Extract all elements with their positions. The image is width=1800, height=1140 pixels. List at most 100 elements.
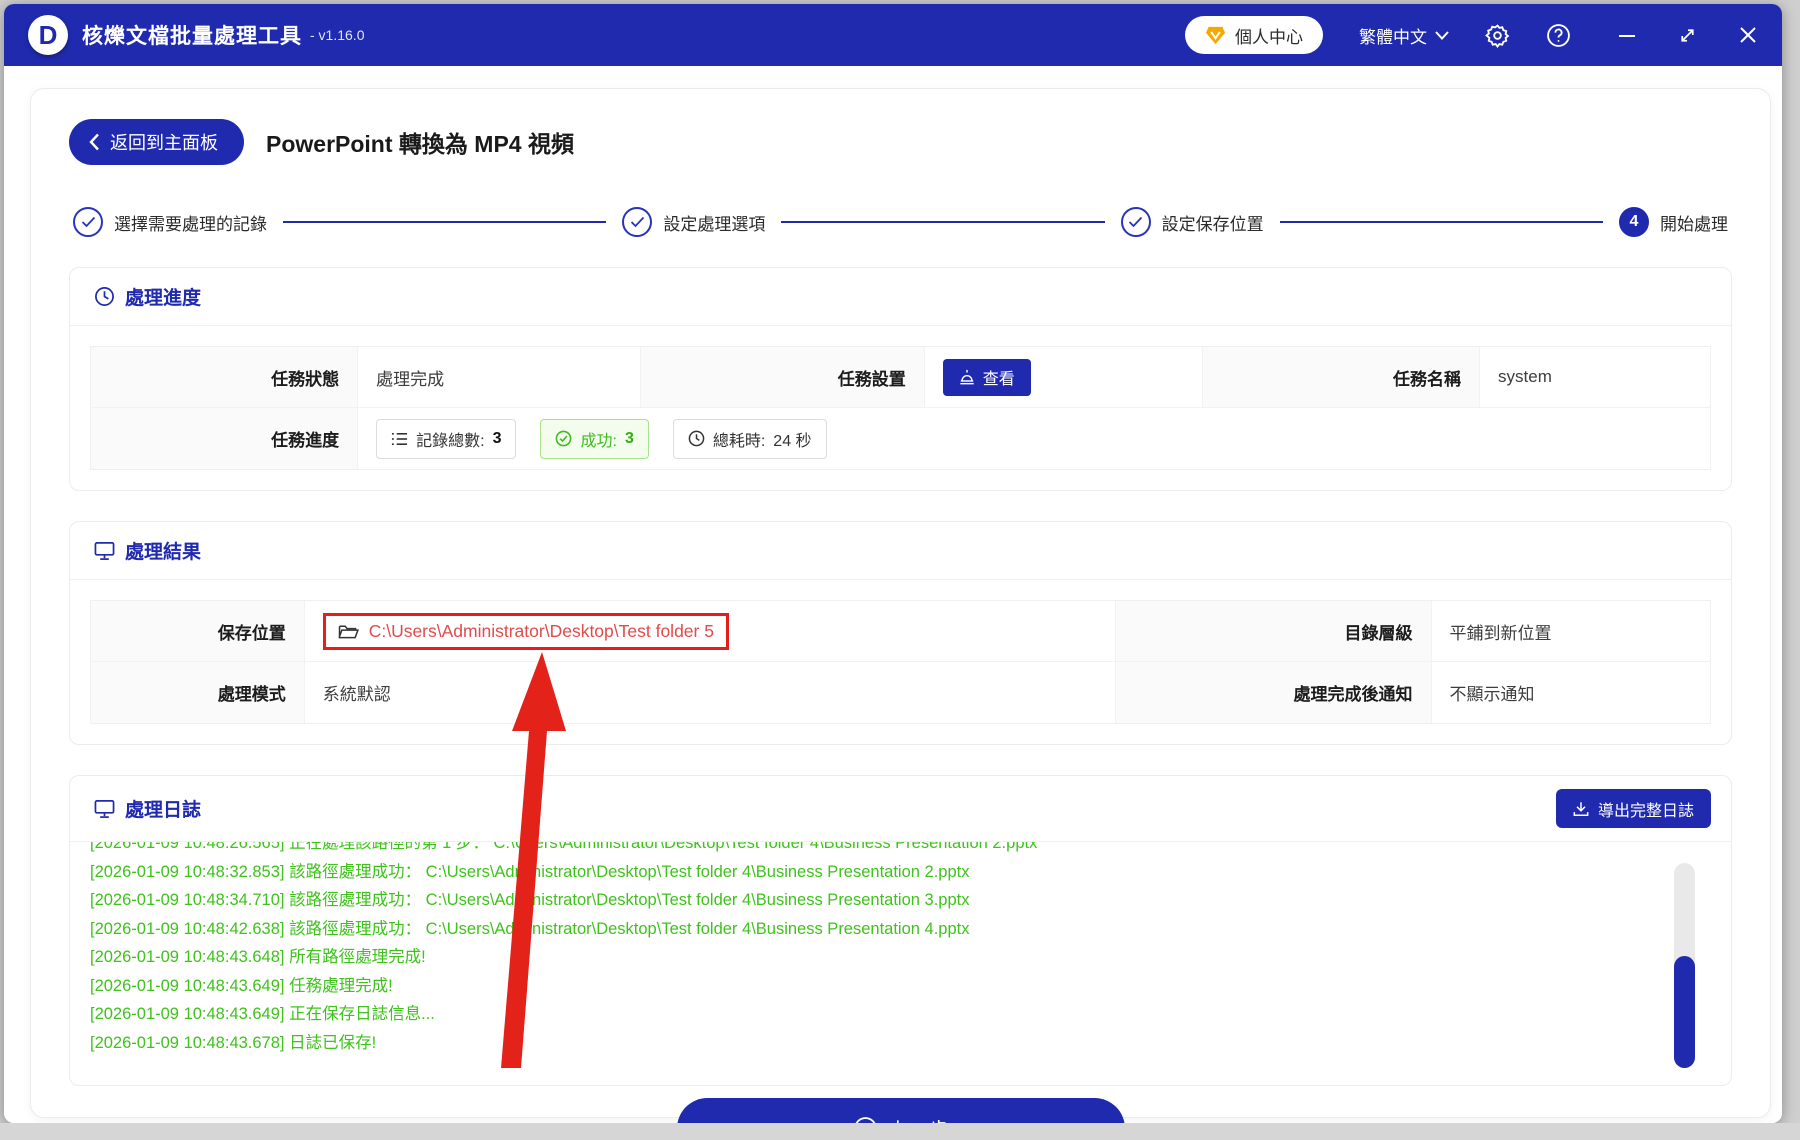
- previous-step-label: 上一步: [889, 1114, 949, 1123]
- success-value: 3: [624, 429, 634, 447]
- page-header: 返回到主面板 PowerPoint 轉換為 MP4 視頻: [69, 119, 1732, 165]
- save-location-label: 保存位置: [91, 601, 305, 662]
- title-bar: D 核爍文檔批量處理工具 - v1.16.0 個人中心 繁體中文: [4, 4, 1782, 66]
- records-value: 3: [492, 429, 502, 447]
- export-button-label: 導出完整日誌: [1597, 802, 1694, 820]
- log-scrollbar-thumb[interactable]: [1674, 956, 1695, 1068]
- clock-icon: [688, 430, 705, 447]
- log-section-header: 處理日誌 導出完整日誌: [70, 776, 1731, 842]
- log-lines: [2026-01-09 10:48:26.565] 正在處理該路徑的第 1 步：…: [90, 842, 1731, 1057]
- log-section: 處理日誌 導出完整日誌 [2026-01-09 10:48:26.565] 正在…: [69, 775, 1732, 1086]
- view-button-label: 查看: [982, 371, 1015, 388]
- app-logo-icon: D: [28, 15, 68, 55]
- step-3-label: 設定保存位置: [1161, 214, 1264, 234]
- log-section-title: 處理日誌: [125, 800, 202, 821]
- progress-badges: 記錄總數: 3 成功: 3 總耗時: 24 秒: [376, 418, 827, 459]
- gem-icon: [1205, 26, 1226, 45]
- result-section: 處理結果 保存位置 C:\Users\Administrator\Desktop…: [69, 521, 1732, 745]
- log-line: [2026-01-09 10:48:32.853] 該路徑處理成功： C:\Us…: [90, 862, 970, 881]
- log-line: [2026-01-09 10:48:43.678] 日誌已保存!: [90, 1033, 377, 1052]
- task-settings-cell: 查看: [924, 347, 1204, 408]
- log-line: [2026-01-09 10:48:43.648] 所有路徑處理完成!: [90, 948, 426, 966]
- back-to-dashboard-button[interactable]: 返回到主面板: [69, 119, 244, 165]
- desktop-background: [0, 1123, 1800, 1140]
- save-location-link[interactable]: C:\Users\Administrator\Desktop\Test fold…: [322, 612, 729, 650]
- task-status-value: 處理完成: [358, 347, 642, 408]
- step-2: 設定處理選項: [622, 207, 765, 237]
- user-center-label: 個人中心: [1235, 27, 1303, 47]
- step-2-check-icon: [622, 207, 653, 237]
- chevron-left-icon: [89, 133, 100, 151]
- clock-icon: [94, 286, 115, 307]
- result-table: 保存位置 C:\Users\Administrator\Desktop\Test…: [90, 600, 1711, 724]
- step-1-check-icon: [73, 207, 103, 237]
- download-icon: [1573, 801, 1589, 817]
- back-button-label: 返回到主面板: [110, 133, 218, 153]
- step-3: 設定保存位置: [1120, 207, 1264, 237]
- step-4: 4 開始處理: [1618, 207, 1728, 237]
- help-icon[interactable]: [1546, 23, 1571, 48]
- step-3-check-icon: [1120, 207, 1151, 237]
- chevron-left-circle-icon: [853, 1116, 878, 1123]
- view-settings-button[interactable]: 查看: [942, 358, 1031, 396]
- duration-badge: 總耗時: 24 秒: [672, 418, 827, 459]
- success-label: 成功:: [580, 432, 617, 450]
- log-scrollbar-track[interactable]: [1674, 863, 1695, 1068]
- minimize-button[interactable]: [1617, 25, 1637, 45]
- step-indicator: 選擇需要處理的記錄 設定處理選項 設定保存位置 4 開始處理: [69, 207, 1732, 237]
- user-center-button[interactable]: 個人中心: [1185, 16, 1323, 54]
- progress-section-title: 處理進度: [125, 288, 202, 309]
- app-title: 核爍文檔批量處理工具: [82, 25, 302, 48]
- notify-label: 處理完成後通知: [1115, 662, 1432, 723]
- step-2-label: 設定處理選項: [663, 214, 766, 234]
- close-button[interactable]: [1738, 25, 1758, 45]
- language-selector[interactable]: 繁體中文: [1359, 23, 1449, 48]
- log-line: [2026-01-09 10:48:26.565] 正在處理該路徑的第 1 步：…: [90, 842, 1038, 852]
- task-name-value: system: [1480, 347, 1710, 408]
- duration-label: 總耗時:: [712, 432, 766, 450]
- monitor-icon: [94, 541, 115, 561]
- notify-value: 不顯示通知: [1431, 662, 1710, 723]
- save-location-path: C:\Users\Administrator\Desktop\Test fold…: [368, 620, 714, 641]
- task-progress-cell: 記錄總數: 3 成功: 3 總耗時: 24 秒: [358, 408, 1710, 469]
- step-1: 選擇需要處理的記錄: [73, 207, 267, 237]
- folder-open-icon: [338, 623, 359, 640]
- records-label: 記錄總數:: [416, 432, 485, 450]
- language-label: 繁體中文: [1359, 27, 1427, 47]
- process-mode-label: 處理模式: [91, 662, 305, 723]
- dir-level-value: 平鋪到新位置: [1431, 601, 1710, 662]
- chevron-down-icon: [1435, 30, 1449, 40]
- view-icon: [959, 369, 975, 385]
- duration-value: 24 秒: [773, 432, 812, 450]
- dir-level-label: 目錄層級: [1115, 601, 1432, 662]
- progress-table: 任務狀態 處理完成 任務設置 查看 任務名稱 system 任務進度 記錄總數:…: [90, 346, 1711, 470]
- step-1-label: 選擇需要處理的記錄: [114, 214, 267, 234]
- step-connector: [1279, 221, 1603, 223]
- step-connector: [283, 221, 607, 223]
- page-title: PowerPoint 轉換為 MP4 視頻: [266, 131, 574, 157]
- progress-section-header: 處理進度: [70, 268, 1731, 326]
- check-circle-icon: [555, 430, 572, 447]
- success-count-badge: 成功: 3: [540, 418, 649, 459]
- maximize-button[interactable]: [1677, 25, 1698, 46]
- result-section-title: 處理結果: [125, 542, 202, 563]
- step-connector: [781, 221, 1105, 223]
- export-log-button[interactable]: 導出完整日誌: [1555, 789, 1711, 828]
- log-viewport[interactable]: [2026-01-09 10:48:26.565] 正在處理該路徑的第 1 步：…: [70, 842, 1731, 1085]
- log-line: [2026-01-09 10:48:43.649] 正在保存日誌信息...: [90, 1005, 435, 1023]
- save-location-cell: C:\Users\Administrator\Desktop\Test fold…: [304, 601, 1116, 662]
- main-content: 返回到主面板 PowerPoint 轉換為 MP4 視頻 選擇需要處理的記錄 設…: [4, 66, 1782, 1123]
- step-4-number: 4: [1618, 207, 1649, 237]
- process-mode-value: 系統默認: [304, 662, 1116, 723]
- monitor-icon: [94, 799, 115, 819]
- settings-gear-icon[interactable]: [1485, 23, 1510, 48]
- records-count-badge: 記錄總數: 3: [376, 418, 517, 459]
- previous-step-button[interactable]: 上一步: [676, 1098, 1125, 1123]
- list-icon: [391, 431, 408, 447]
- task-name-label: 任務名稱: [1203, 347, 1481, 408]
- log-line: [2026-01-09 10:48:42.638] 該路徑處理成功： C:\Us…: [90, 919, 970, 938]
- step-4-label: 開始處理: [1659, 214, 1728, 234]
- task-settings-label: 任務設置: [641, 347, 925, 408]
- app-window: D 核爍文檔批量處理工具 - v1.16.0 個人中心 繁體中文 返回到主面板 …: [4, 4, 1782, 1123]
- content-card: 返回到主面板 PowerPoint 轉換為 MP4 視頻 選擇需要處理的記錄 設…: [30, 88, 1771, 1123]
